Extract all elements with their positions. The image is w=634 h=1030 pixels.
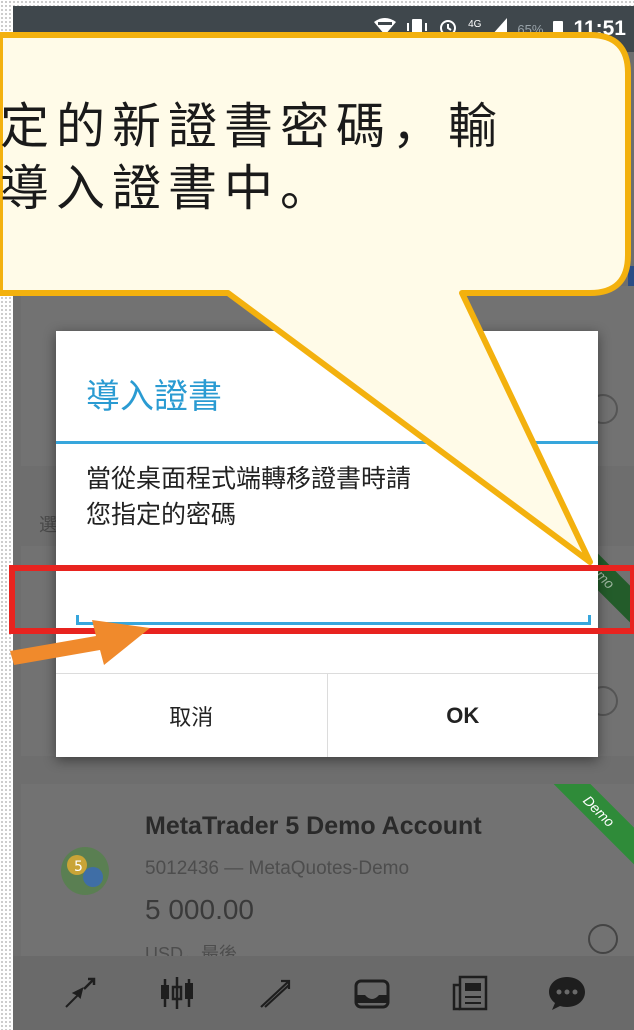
signal-4g-icon — [491, 17, 508, 41]
demo-badge: Demo — [544, 784, 634, 874]
svg-text:5: 5 — [74, 859, 83, 875]
info-icon[interactable] — [588, 924, 618, 954]
network-type-label: 4G — [468, 18, 482, 30]
dialog-message-line-1: 當從桌面程式端轉移證書時請 — [86, 464, 412, 493]
section-label: 選 — [39, 515, 57, 535]
account-name: MetaTrader 5 Demo Account — [145, 812, 482, 840]
dialog-message: 當從桌面程式端轉移證書時請 您指定的密碼 — [86, 461, 556, 533]
callout-line-2: 導入證書中。 — [0, 160, 337, 217]
battery-icon — [553, 21, 564, 37]
input-underline-cap-right — [588, 615, 591, 625]
callout-line-1: 定的新證書密碼，輸 — [0, 98, 505, 155]
bottom-toolbar — [13, 956, 634, 1030]
alarm-icon — [438, 17, 458, 42]
chart-icon[interactable] — [154, 970, 200, 1016]
vibrate-icon — [406, 18, 428, 41]
battery-percent: 65% — [517, 21, 544, 37]
metatrader-logo-icon: 5 — [61, 847, 109, 895]
chat-icon[interactable] — [544, 970, 590, 1016]
password-input[interactable] — [76, 581, 591, 625]
quotes-icon[interactable] — [57, 970, 103, 1016]
wifi-icon — [374, 18, 397, 40]
account-number-server: 5012436 — MetaQuotes-Demo — [145, 858, 410, 879]
dialog-title: 導入證書 — [86, 377, 222, 417]
dialog-message-line-2: 您指定的密碼 — [86, 500, 237, 529]
trade-icon[interactable] — [252, 970, 298, 1016]
dialog-divider — [56, 441, 598, 444]
history-icon[interactable] — [349, 970, 395, 1016]
input-underline-cap-left — [76, 615, 79, 625]
account-card-demo[interactable]: Demo 5 MetaTrader 5 Demo Account 5012436… — [21, 784, 634, 964]
status-time: 11:51 — [573, 17, 626, 40]
ok-button[interactable]: OK — [327, 674, 598, 757]
dialog-button-row: 取消 OK — [56, 673, 598, 757]
callout-text: 定的新證書密碼，輸 導入證書中。 — [0, 96, 610, 220]
cancel-button[interactable]: 取消 — [56, 674, 328, 757]
status-bar: 4G 65% 11:51 — [13, 6, 634, 52]
account-balance: 5 000.00 — [145, 894, 254, 925]
news-icon[interactable] — [447, 970, 493, 1016]
import-certificate-dialog: 導入證書 當從桌面程式端轉移證書時請 您指定的密碼 取消 OK — [56, 331, 598, 757]
